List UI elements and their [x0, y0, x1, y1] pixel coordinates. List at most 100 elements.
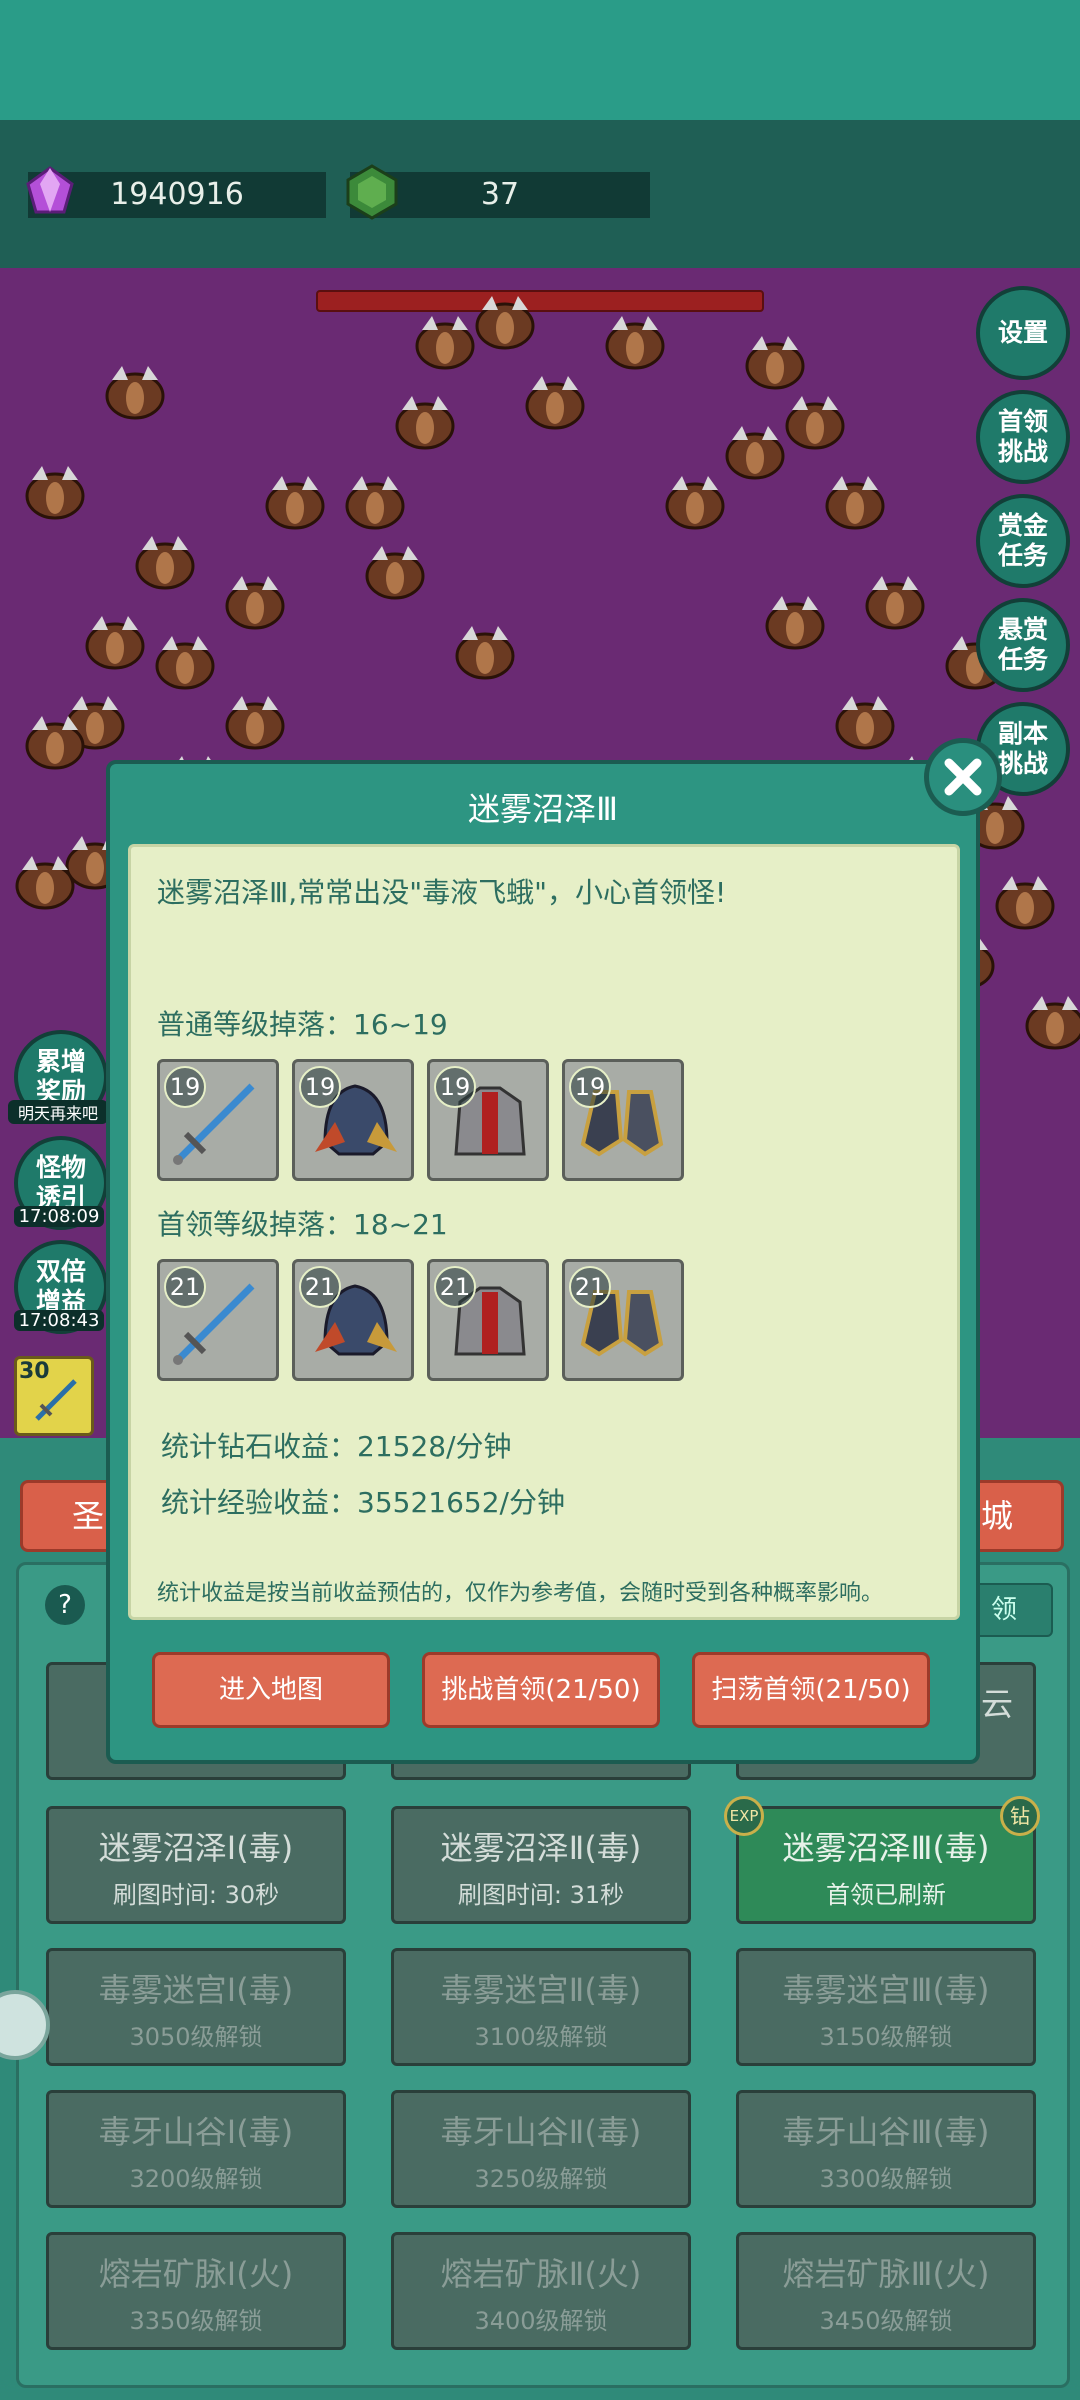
side-button-label: 赏金 任务 — [997, 511, 1048, 570]
drop-item[interactable]: 21 — [157, 1259, 279, 1381]
sword-icon — [35, 1379, 77, 1421]
tab-left-label: 圣 — [71, 1497, 104, 1535]
moth-enemy — [225, 576, 285, 630]
dungeon-subtitle: 3150级解锁 — [819, 2023, 953, 2051]
dungeon-subtitle: 3350级解锁 — [129, 2307, 263, 2335]
dungeon-cell-locked[interactable]: 毒雾迷宫Ⅱ(毒) 3100级解锁 — [391, 1948, 691, 2066]
item-level-badge: 19 — [569, 1066, 611, 1108]
moth-enemy — [365, 546, 425, 600]
moth-enemy — [475, 296, 535, 350]
dungeon-title: 迷雾沼泽Ⅰ(毒) — [98, 1829, 294, 1867]
dungeon-title: 毒雾迷宫Ⅱ(毒) — [440, 1971, 642, 2009]
close-button[interactable] — [924, 738, 1002, 816]
dungeon-subtitle: 3100级解锁 — [474, 2023, 608, 2051]
moth-enemy — [155, 636, 215, 690]
item-level-badge: 21 — [299, 1266, 341, 1308]
dialog-title: 迷雾沼泽Ⅲ — [467, 790, 619, 828]
moth-enemy — [725, 426, 785, 480]
diamond-badge: 钻 — [1000, 1796, 1040, 1836]
dungeon-subtitle: 刷图时间: 30秒 — [112, 1881, 280, 1909]
moth-enemy — [15, 856, 75, 910]
side-button-boss-challenge[interactable]: 首领 挑战 — [976, 390, 1070, 484]
enter-map-button[interactable]: 进入地图 — [152, 1652, 390, 1728]
moth-enemy — [745, 336, 805, 390]
dungeon-subtitle: 刷图时间: 31秒 — [457, 1881, 625, 1909]
dungeon-title: 熔岩矿脉Ⅰ(火) — [98, 2255, 294, 2293]
dungeon-cell-locked[interactable]: 熔岩矿脉Ⅱ(火) 3400级解锁 — [391, 2232, 691, 2350]
purple-gem-icon — [26, 166, 74, 214]
dungeon-subtitle: 3200级解锁 — [129, 2165, 263, 2193]
dungeon-cell-mist-swamp-3[interactable]: 迷雾沼泽Ⅲ(毒) 首领已刷新 — [736, 1806, 1036, 1924]
drop-item[interactable]: 19 — [292, 1059, 414, 1181]
sweep-boss-button[interactable]: 扫荡首领(21/50) — [692, 1652, 930, 1728]
dungeon-subtitle: 3300级解锁 — [819, 2165, 953, 2193]
moth-enemy — [455, 626, 515, 680]
dungeon-cell-locked[interactable]: 毒牙山谷Ⅲ(毒) 3300级解锁 — [736, 2090, 1036, 2208]
income-note: 统计收益是按当前收益预估的，仅作为参考值，会随时受到各种概率影响。 — [157, 1581, 884, 1606]
item-level-badge: 19 — [434, 1066, 476, 1108]
green-gem-icon — [346, 164, 398, 220]
boss-health-bar — [316, 290, 764, 312]
drop-item[interactable]: 19 — [427, 1059, 549, 1181]
dungeon-title: 迷雾沼泽Ⅲ(毒) — [782, 1829, 990, 1867]
side-button-label: 首领 挑战 — [997, 407, 1048, 466]
dungeon-title: 毒牙山谷Ⅲ(毒) — [782, 2113, 990, 2151]
dungeon-title: 熔岩矿脉Ⅲ(火) — [782, 2255, 990, 2293]
dungeon-cell-locked[interactable]: 毒牙山谷Ⅱ(毒) 3250级解锁 — [391, 2090, 691, 2208]
drop-item[interactable]: 19 — [562, 1059, 684, 1181]
dungeon-title: 毒牙山谷Ⅱ(毒) — [440, 2113, 642, 2151]
dungeon-title: 毒牙山谷Ⅰ(毒) — [98, 2113, 294, 2151]
dungeon-cell-locked[interactable]: 熔岩矿脉Ⅲ(火) 3450级解锁 — [736, 2232, 1036, 2350]
dungeon-description: 迷雾沼泽Ⅲ,常常出没"毒液飞蛾"，小心首领怪! — [157, 876, 727, 909]
dungeon-cell-locked[interactable]: 毒雾迷宫Ⅰ(毒) 3050级解锁 — [46, 1948, 346, 2066]
moth-enemy — [135, 536, 195, 590]
dungeon-subtitle: 3250级解锁 — [474, 2165, 608, 2193]
side-button-settings[interactable]: 设置 — [976, 286, 1070, 380]
dungeon-cell-mist-swamp-1[interactable]: 迷雾沼泽Ⅰ(毒) 刷图时间: 30秒 — [46, 1806, 346, 1924]
drop-item[interactable]: 21 — [292, 1259, 414, 1381]
item-level-badge: 21 — [164, 1266, 206, 1308]
side-button-label: 悬赏 任务 — [997, 615, 1048, 674]
moth-enemy — [225, 696, 285, 750]
dungeon-title: 熔岩矿脉Ⅱ(火) — [440, 2255, 642, 2293]
moth-enemy — [785, 396, 845, 450]
dungeon-title: 迷雾沼泽Ⅱ(毒) — [440, 1829, 642, 1867]
green-gem-counter: 37 — [346, 164, 650, 220]
weapon-slot[interactable]: 30 — [14, 1356, 94, 1436]
left-button-timer: 明天再来吧 — [8, 1100, 108, 1124]
left-button-label: 累增 奖励 — [35, 1047, 86, 1106]
dungeon-cell-mist-swamp-2[interactable]: 迷雾沼泽Ⅱ(毒) 刷图时间: 31秒 — [391, 1806, 691, 1924]
moth-enemy — [85, 616, 145, 670]
challenge-boss-button[interactable]: 挑战首领(21/50) — [422, 1652, 660, 1728]
dialog-content: 迷雾沼泽Ⅲ,常常出没"毒液飞蛾"，小心首领怪! 普通等级掉落：16~19 19 1… — [128, 844, 960, 1620]
left-button-timer: 17:08:09 — [14, 1206, 104, 1227]
side-button-reward-task[interactable]: 悬赏 任务 — [976, 598, 1070, 692]
side-button-label: 副本 挑战 — [997, 719, 1048, 778]
moth-enemy — [525, 376, 585, 430]
dungeon-cell-locked[interactable]: 毒雾迷宫Ⅲ(毒) 3150级解锁 — [736, 1948, 1036, 2066]
dungeon-subtitle: 首领已刷新 — [826, 1881, 946, 1909]
moth-enemy — [25, 716, 85, 770]
drop-item[interactable]: 21 — [562, 1259, 684, 1381]
drop-item[interactable]: 19 — [157, 1059, 279, 1181]
gem-value: 1940916 — [110, 177, 244, 212]
gem-counter: 1940916 — [26, 166, 326, 218]
moth-enemy — [345, 476, 405, 530]
diamond-income-stat: 统计钻石收益：21528/分钟 — [161, 1430, 512, 1463]
dungeon-detail-dialog: 迷雾沼泽Ⅲ 迷雾沼泽Ⅲ,常常出没"毒液飞蛾"，小心首领怪! 普通等级掉落：16~… — [106, 760, 980, 1764]
item-level-badge: 19 — [299, 1066, 341, 1108]
dungeon-cell-locked[interactable]: 毒牙山谷Ⅰ(毒) 3200级解锁 — [46, 2090, 346, 2208]
green-value: 37 — [480, 177, 520, 212]
normal-drop-label: 普通等级掉落：16~19 — [157, 1008, 448, 1041]
moth-enemy — [765, 596, 825, 650]
exp-badge: EXP — [724, 1796, 764, 1836]
dungeon-subtitle: 3400级解锁 — [474, 2307, 608, 2335]
side-button-label: 设置 — [997, 318, 1048, 347]
moth-enemy — [105, 366, 165, 420]
side-button-bounty-task[interactable]: 赏金 任务 — [976, 494, 1070, 588]
close-icon — [944, 758, 982, 796]
moth-enemy — [1025, 996, 1080, 1050]
help-icon[interactable]: ? — [45, 1585, 85, 1625]
dungeon-cell-locked[interactable]: 熔岩矿脉Ⅰ(火) 3350级解锁 — [46, 2232, 346, 2350]
drop-item[interactable]: 21 — [427, 1259, 549, 1381]
